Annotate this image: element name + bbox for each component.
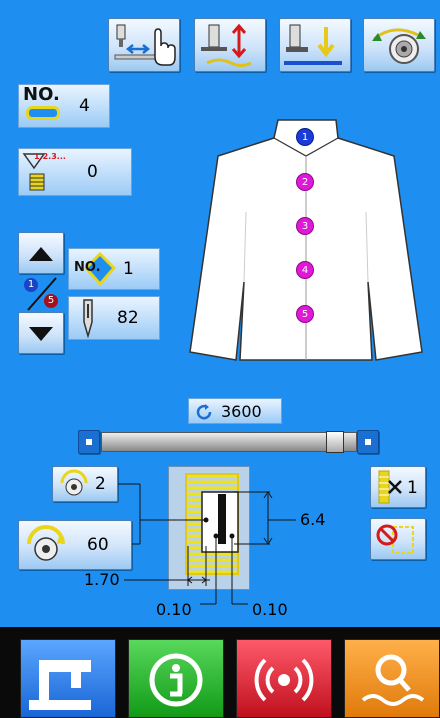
buttonhole-number-label: NO. <box>74 260 101 275</box>
bobbin-winder-button[interactable] <box>363 18 435 72</box>
step-down-button[interactable] <box>18 312 64 354</box>
cross-stitch-icon <box>378 470 402 504</box>
info-button[interactable] <box>128 639 224 718</box>
refresh-icon <box>194 402 214 422</box>
pattern-number-value: 4 <box>79 96 90 116</box>
no-bartack-button[interactable] <box>370 518 426 560</box>
sewing-machine-icon <box>29 660 91 710</box>
shirt-button-4[interactable]: 4 <box>296 261 314 279</box>
dial-icon <box>60 469 88 496</box>
needle-hand-icon <box>114 24 176 66</box>
step-indicator: 1 5 <box>18 274 64 314</box>
minus-square-icon <box>86 439 92 445</box>
buttonhole-number-value: 1 <box>123 259 134 279</box>
needle-icon <box>76 298 100 338</box>
small-dial-button[interactable]: 2 <box>52 466 118 502</box>
cross-count-value: 1 <box>407 478 418 498</box>
shirt-button-5[interactable]: 5 <box>296 305 314 323</box>
small-dial-value: 2 <box>95 474 106 494</box>
large-dial-icon <box>27 525 65 561</box>
length-dimension: 6.4 <box>300 510 326 529</box>
gap-dimension-a: 0.10 <box>156 600 192 619</box>
presser-down-icon <box>284 24 342 65</box>
speed-value: 3600 <box>221 401 262 421</box>
buttonhole-diagram <box>168 466 250 590</box>
counter-badge: 1.2.3... <box>34 152 66 161</box>
buttonhole-number-icon: NO. <box>72 250 116 288</box>
speed-slider-thumb[interactable] <box>326 431 344 453</box>
home-button[interactable] <box>20 639 116 718</box>
prohibit-icon <box>376 524 414 554</box>
gap-dimension-b: 0.10 <box>252 600 288 619</box>
step-up-button[interactable] <box>18 232 64 274</box>
counter-icon: 1.2.3... <box>22 150 66 194</box>
arrow-down-icon <box>29 327 53 341</box>
search-button[interactable] <box>344 639 440 718</box>
presser-lift-icon <box>201 23 252 67</box>
pattern-number-icon: NO. <box>20 84 70 128</box>
alarm-signal-icon <box>254 658 314 702</box>
shirt-button-3[interactable]: 3 <box>296 217 314 235</box>
speed-increase-button[interactable] <box>357 430 379 454</box>
bobbin-icon <box>372 28 426 64</box>
arrow-up-icon <box>29 247 53 261</box>
speed-slider[interactable] <box>101 431 357 453</box>
large-dial-value: 60 <box>87 535 109 555</box>
presser-down-button[interactable] <box>279 18 351 72</box>
needle-value: 82 <box>117 308 139 328</box>
plus-square-icon <box>365 439 371 445</box>
shirt-button-1[interactable]: 1 <box>296 128 314 146</box>
bottom-bar <box>0 627 440 718</box>
counter-value: 0 <box>87 162 98 182</box>
speed-decrease-button[interactable] <box>78 430 100 454</box>
shirt-button-2[interactable]: 2 <box>296 173 314 191</box>
alarm-button[interactable] <box>236 639 332 718</box>
step-current: 1 <box>24 278 38 292</box>
thread-tension-button[interactable] <box>194 18 266 72</box>
large-dial-button[interactable]: 60 <box>18 520 132 570</box>
pattern-number-label: NO. <box>23 84 60 105</box>
needle-position-button[interactable] <box>108 18 180 72</box>
width-dimension: 1.70 <box>84 570 120 589</box>
search-icon <box>361 654 425 706</box>
cross-count-button[interactable]: 1 <box>370 466 426 508</box>
info-icon <box>149 653 203 707</box>
step-total: 5 <box>44 294 58 308</box>
shirt-diagram <box>188 112 424 364</box>
shirt-icon <box>189 119 423 361</box>
